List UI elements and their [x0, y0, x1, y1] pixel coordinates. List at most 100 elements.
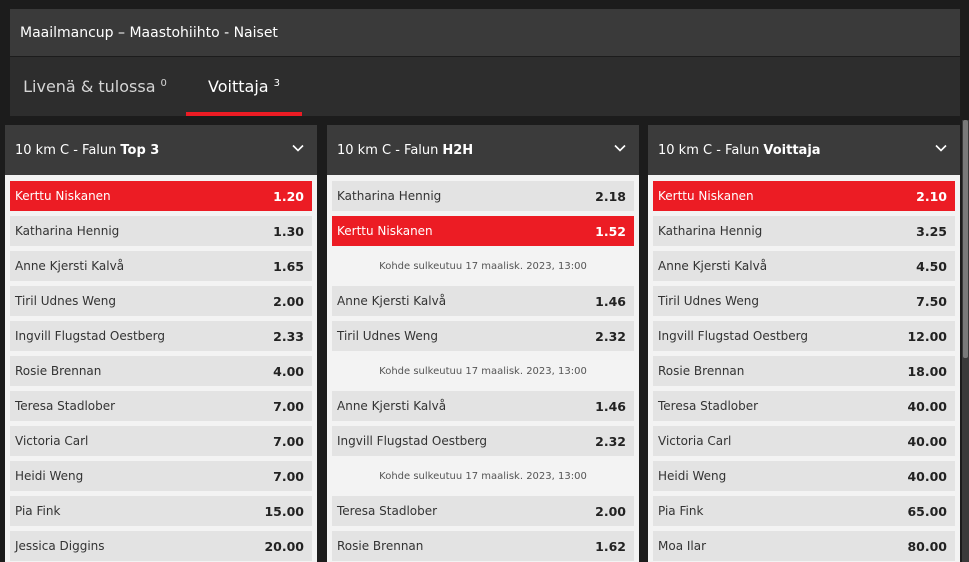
- selection-name: Anne Kjersti Kalvå: [337, 399, 447, 413]
- market-title-type: Top 3: [120, 142, 160, 158]
- selection-odds: 7.50: [916, 293, 947, 309]
- tab-label: Voittaja: [208, 77, 269, 96]
- selection-odds: 7.00: [273, 433, 304, 449]
- selection-row[interactable]: Katharina Hennig 2.18: [332, 181, 634, 211]
- selection-name: Victoria Carl: [658, 434, 732, 448]
- chevron-down-icon[interactable]: [934, 141, 948, 155]
- tab-label: Livenä & tulossa: [23, 77, 156, 96]
- market-close-time: Kohde sulkeutuu 17 maalisk. 2023, 13:00: [379, 365, 587, 377]
- selection-name: Heidi Weng: [15, 469, 84, 483]
- market-panel-h2h: 10 km C - Falun H2H Katharina Hennig 2.18…: [327, 125, 639, 562]
- selection-name: Kerttu Niskanen: [658, 189, 754, 203]
- selection-row[interactable]: Kerttu Niskanen 1.20: [10, 181, 312, 211]
- selection-name: Kerttu Niskanen: [337, 224, 433, 238]
- market-close-time: Kohde sulkeutuu 17 maalisk. 2023, 13:00: [379, 260, 587, 272]
- selection-name: Anne Kjersti Kalvå: [337, 294, 447, 308]
- selection-odds: 20.00: [264, 538, 304, 554]
- selection-name: Anne Kjersti Kalvå: [15, 259, 125, 273]
- selection-name: Rosie Brennan: [337, 539, 424, 553]
- selection-name: Katharina Hennig: [15, 224, 120, 238]
- selection-odds: 1.46: [595, 293, 626, 309]
- selection-row[interactable]: Pia Fink 15.00: [10, 496, 312, 526]
- selection-odds: 1.20: [273, 188, 304, 204]
- market-title-type: Voittaja: [763, 142, 821, 158]
- market-close-time: Kohde sulkeutuu 17 maalisk. 2023, 13:00: [379, 470, 587, 482]
- selection-row[interactable]: Rosie Brennan 1.62: [332, 531, 634, 561]
- selection-row[interactable]: Tiril Udnes Weng 2.32: [332, 321, 634, 351]
- selection-name: Jessica Diggins: [15, 539, 105, 553]
- chevron-down-icon[interactable]: [613, 141, 627, 155]
- selection-row[interactable]: Katharina Hennig 3.25: [653, 216, 955, 246]
- market-title-prefix: 10 km C - Falun: [15, 142, 117, 158]
- selection-row[interactable]: Rosie Brennan 4.00: [10, 356, 312, 386]
- selection-row[interactable]: Teresa Stadlober 7.00: [10, 391, 312, 421]
- selection-row[interactable]: Kerttu Niskanen 1.52: [332, 216, 634, 246]
- tab-bar: Livenä & tulossa 0 Voittaja 3: [10, 57, 960, 116]
- selection-name: Teresa Stadlober: [15, 399, 116, 413]
- selection-row[interactable]: Heidi Weng 40.00: [653, 461, 955, 491]
- selection-odds: 40.00: [907, 398, 947, 414]
- selection-row[interactable]: Anne Kjersti Kalvå 4.50: [653, 251, 955, 281]
- selection-odds: 40.00: [907, 433, 947, 449]
- selection-name: Kerttu Niskanen: [15, 189, 111, 203]
- selection-name: Katharina Hennig: [658, 224, 763, 238]
- selection-odds: 40.00: [907, 468, 947, 484]
- market-header[interactable]: 10 km C - Falun Voittaja: [648, 125, 960, 175]
- selection-odds: 2.00: [273, 293, 304, 309]
- selection-odds: 2.32: [595, 328, 626, 344]
- selection-row[interactable]: Teresa Stadlober 2.00: [332, 496, 634, 526]
- selection-name: Heidi Weng: [658, 469, 727, 483]
- selection-odds: 15.00: [264, 503, 304, 519]
- selection-row[interactable]: Rosie Brennan 18.00: [653, 356, 955, 386]
- selection-row[interactable]: Anne Kjersti Kalvå 1.46: [332, 286, 634, 316]
- selection-row[interactable]: Ingvill Flugstad Oestberg 2.32: [332, 426, 634, 456]
- market-header[interactable]: 10 km C - Falun Top 3: [5, 125, 317, 175]
- selection-odds: 18.00: [907, 363, 947, 379]
- selection-name: Ingvill Flugstad Oestberg: [658, 329, 809, 343]
- selection-name: Tiril Udnes Weng: [658, 294, 759, 308]
- selection-row[interactable]: Teresa Stadlober 40.00: [653, 391, 955, 421]
- scrollbar-thumb[interactable]: [963, 120, 968, 358]
- selection-row[interactable]: Kerttu Niskanen 2.10: [653, 181, 955, 211]
- tab-count: 0: [160, 78, 167, 89]
- active-tab-indicator: [186, 112, 302, 116]
- selection-row[interactable]: Anne Kjersti Kalvå 1.46: [332, 391, 634, 421]
- selection-odds: 80.00: [907, 538, 947, 554]
- selection-name: Ingvill Flugstad Oestberg: [15, 329, 166, 343]
- selection-odds: 7.00: [273, 398, 304, 414]
- selection-odds: 1.52: [595, 223, 626, 239]
- selection-row[interactable]: Tiril Udnes Weng 2.00: [10, 286, 312, 316]
- selection-row[interactable]: Moa Ilar 80.00: [653, 531, 955, 561]
- selection-row[interactable]: Anne Kjersti Kalvå 1.65: [10, 251, 312, 281]
- selection-odds: 1.65: [273, 258, 304, 274]
- selection-name: Tiril Udnes Weng: [15, 294, 116, 308]
- selection-odds: 12.00: [907, 328, 947, 344]
- selection-name: Anne Kjersti Kalvå: [658, 259, 768, 273]
- selection-odds: 1.46: [595, 398, 626, 414]
- page-scrollbar[interactable]: [962, 120, 969, 562]
- selection-row[interactable]: Pia Fink 65.00: [653, 496, 955, 526]
- selection-odds: 4.00: [273, 363, 304, 379]
- selection-row[interactable]: Katharina Hennig 1.30: [10, 216, 312, 246]
- selection-odds: 2.10: [916, 188, 947, 204]
- selection-odds: 3.25: [916, 223, 947, 239]
- selection-name: Katharina Hennig: [337, 189, 442, 203]
- selection-row[interactable]: Victoria Carl 7.00: [10, 426, 312, 456]
- tab-winner[interactable]: Voittaja 3: [186, 57, 302, 116]
- selection-row[interactable]: Heidi Weng 7.00: [10, 461, 312, 491]
- selection-row[interactable]: Ingvill Flugstad Oestberg 2.33: [10, 321, 312, 351]
- selection-name: Pia Fink: [15, 504, 61, 518]
- selection-row[interactable]: Jessica Diggins 20.00: [10, 531, 312, 561]
- selection-name: Rosie Brennan: [658, 364, 745, 378]
- tab-live-upcoming[interactable]: Livenä & tulossa 0: [10, 57, 180, 116]
- selection-row[interactable]: Ingvill Flugstad Oestberg 12.00: [653, 321, 955, 351]
- market-header[interactable]: 10 km C - Falun H2H: [327, 125, 639, 175]
- selection-name: Rosie Brennan: [15, 364, 102, 378]
- chevron-down-icon[interactable]: [291, 141, 305, 155]
- selection-row[interactable]: Victoria Carl 40.00: [653, 426, 955, 456]
- market-title-type: H2H: [442, 142, 474, 158]
- selection-name: Ingvill Flugstad Oestberg: [337, 434, 488, 448]
- page-header: Maailmancup – Maastohiihto - Naiset: [10, 9, 960, 56]
- selection-row[interactable]: Tiril Udnes Weng 7.50: [653, 286, 955, 316]
- selection-odds: 1.62: [595, 538, 626, 554]
